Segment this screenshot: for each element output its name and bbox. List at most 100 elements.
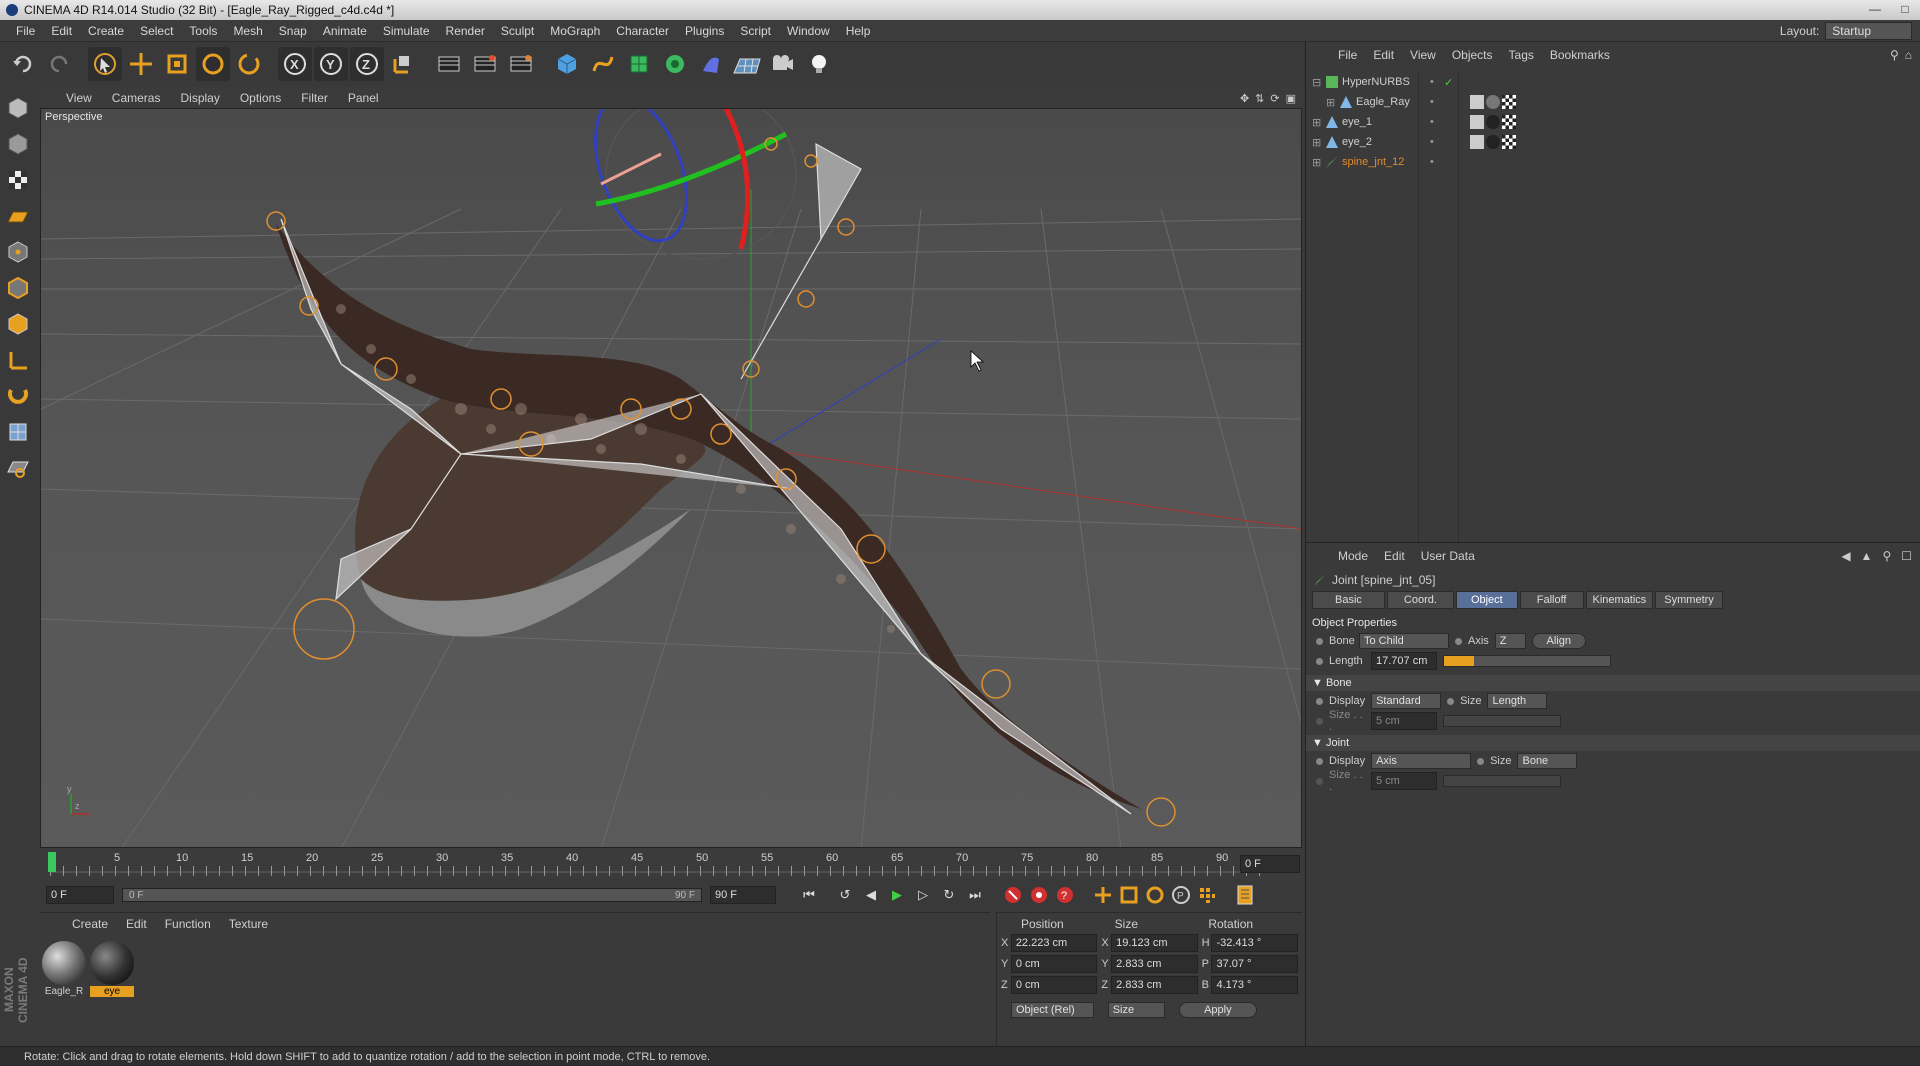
orbit-icon[interactable]: ⟳ — [1270, 92, 1279, 105]
joint-size-dropdown[interactable]: Bone — [1517, 753, 1578, 769]
floor-icon[interactable] — [730, 47, 764, 81]
length-slider[interactable] — [1443, 655, 1611, 667]
object-row-eagle-ray[interactable]: ⊞ Eagle_Ray • — [1312, 92, 1516, 112]
home-icon[interactable]: ⌂ — [1905, 48, 1912, 62]
previous-key-icon[interactable]: ↺ — [832, 883, 858, 907]
live-selection-icon[interactable] — [88, 47, 122, 81]
menu-snap[interactable]: Snap — [271, 24, 315, 38]
expand-icon[interactable]: ⊞ — [1312, 156, 1322, 169]
object-menu-tags[interactable]: Tags — [1501, 48, 1542, 66]
menu-animate[interactable]: Animate — [315, 24, 375, 38]
checker-mode-icon[interactable] — [3, 164, 33, 196]
viewport-menu-view[interactable]: View — [56, 91, 102, 105]
visibility-dots[interactable]: • — [1430, 96, 1434, 108]
menu-script[interactable]: Script — [732, 24, 779, 38]
position-z-field[interactable]: 0 cm — [1010, 976, 1098, 994]
animation-dot-icon[interactable] — [1316, 697, 1323, 705]
size-y-field[interactable]: 2.833 cm — [1111, 955, 1198, 973]
current-frame-field[interactable]: 0 F — [1240, 855, 1300, 873]
size-z-field[interactable]: 2.833 cm — [1111, 976, 1198, 994]
tab-kinematics[interactable]: Kinematics — [1585, 591, 1654, 609]
material-menu-create[interactable]: Create — [64, 917, 116, 931]
animation-dot-icon[interactable] — [1447, 697, 1455, 705]
snap-icon[interactable] — [3, 416, 33, 448]
viewport-menu-panel[interactable]: Panel — [338, 91, 389, 105]
menu-sculpt[interactable]: Sculpt — [493, 24, 542, 38]
maximize-view-icon[interactable]: ▣ — [1286, 92, 1296, 105]
playhead[interactable] — [48, 852, 56, 872]
spline-pen-icon[interactable] — [586, 47, 620, 81]
texture-mode-icon[interactable] — [3, 128, 33, 160]
menu-simulate[interactable]: Simulate — [375, 24, 438, 38]
size-x-field[interactable]: 19.123 cm — [1111, 934, 1198, 952]
menu-character[interactable]: Character — [608, 24, 677, 38]
viewport-perspective[interactable]: y z Perspective — [40, 108, 1302, 848]
render-picture-viewer-icon[interactable] — [468, 47, 502, 81]
tab-object[interactable]: Object — [1455, 591, 1518, 609]
polygons-mode-icon[interactable] — [3, 308, 33, 340]
tab-falloff[interactable]: Falloff — [1519, 591, 1584, 609]
size-mode-dropdown[interactable]: Size — [1107, 1002, 1166, 1018]
tab-symmetry[interactable]: Symmetry — [1655, 591, 1723, 609]
object-row-hypernurbs[interactable]: ⊟ HyperNURBS • ✓ — [1312, 72, 1453, 92]
step-forward-icon[interactable]: ▷ — [910, 883, 936, 907]
key-scale-icon[interactable] — [1116, 883, 1142, 907]
model-mode-icon[interactable] — [3, 92, 33, 124]
position-y-field[interactable]: 0 cm — [1010, 955, 1098, 973]
weight-tag-icon[interactable] — [1470, 135, 1484, 149]
align-button[interactable]: Align — [1531, 633, 1586, 649]
visibility-dots[interactable]: • — [1430, 156, 1434, 168]
animation-dot-icon[interactable] — [1316, 657, 1323, 665]
key-rotation-icon[interactable] — [1142, 883, 1168, 907]
start-frame-field[interactable]: 0 F — [46, 886, 114, 904]
undo-icon[interactable] — [6, 47, 40, 81]
next-key-icon[interactable]: ↻ — [936, 883, 962, 907]
rotate-icon[interactable] — [196, 47, 230, 81]
attribute-menu-edit[interactable]: Edit — [1376, 549, 1413, 567]
enabled-check-icon[interactable]: ✓ — [1444, 76, 1453, 89]
minimize-icon[interactable]: — — [1860, 0, 1890, 18]
workplane-icon[interactable] — [3, 200, 33, 232]
expand-icon[interactable]: ⊞ — [1326, 96, 1336, 109]
camera-icon[interactable] — [766, 47, 800, 81]
cube-icon[interactable] — [550, 47, 584, 81]
menu-render[interactable]: Render — [438, 24, 493, 38]
menu-mesh[interactable]: Mesh — [225, 24, 270, 38]
menu-select[interactable]: Select — [132, 24, 181, 38]
material-tag-icon[interactable] — [1486, 95, 1500, 109]
recent-tool-icon[interactable] — [232, 47, 266, 81]
uvw-tag-icon[interactable] — [1502, 135, 1516, 149]
deformer-icon[interactable] — [694, 47, 728, 81]
keyframe-selection-icon[interactable]: ? — [1052, 883, 1078, 907]
array-icon[interactable] — [658, 47, 692, 81]
uvw-tag-icon[interactable] — [1502, 95, 1516, 109]
range-slider[interactable]: 0 F 90 F — [122, 888, 702, 902]
menu-file[interactable]: File — [8, 24, 43, 38]
visibility-dots[interactable]: • — [1430, 76, 1434, 88]
viewport-menu-options[interactable]: Options — [230, 91, 291, 105]
visibility-dots[interactable]: • — [1430, 136, 1434, 148]
material-tag-icon[interactable] — [1486, 135, 1500, 149]
lock-icon[interactable]: ☐ — [1901, 549, 1912, 563]
menu-help[interactable]: Help — [838, 24, 879, 38]
weight-tag-icon[interactable] — [1470, 115, 1484, 129]
pan-icon[interactable]: ✥ — [1240, 92, 1249, 105]
object-menu-edit[interactable]: Edit — [1365, 48, 1402, 66]
autokey-icon[interactable] — [1026, 883, 1052, 907]
coordinate-system-icon[interactable] — [386, 47, 420, 81]
material-menu-function[interactable]: Function — [157, 917, 219, 931]
material-eagle-ray[interactable]: Eagle_R — [42, 941, 86, 997]
redo-icon[interactable] — [42, 47, 76, 81]
step-back-icon[interactable]: ◀ — [858, 883, 884, 907]
length-field[interactable]: 17.707 cm — [1371, 652, 1437, 670]
apply-button[interactable]: Apply — [1179, 1002, 1257, 1018]
x-axis-lock-icon[interactable]: X — [278, 47, 312, 81]
menu-create[interactable]: Create — [80, 24, 132, 38]
object-row-spine-jnt-12[interactable]: ⊞ spine_jnt_12 • — [1312, 152, 1434, 172]
menu-mograph[interactable]: MoGraph — [542, 24, 608, 38]
animation-dot-icon[interactable] — [1477, 757, 1485, 765]
animation-dot-icon[interactable] — [1316, 637, 1323, 645]
play-icon[interactable]: ▶ — [884, 883, 910, 907]
object-menu-view[interactable]: View — [1402, 48, 1444, 66]
position-x-field[interactable]: 22.223 cm — [1010, 934, 1098, 952]
